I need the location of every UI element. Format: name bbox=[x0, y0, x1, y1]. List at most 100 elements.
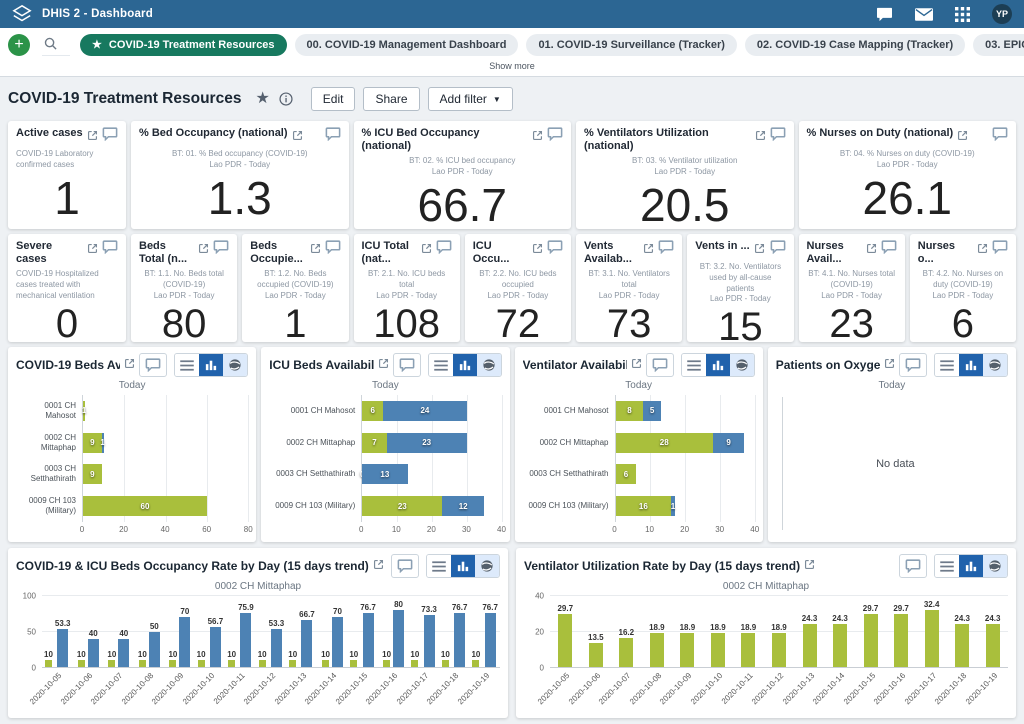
map-view-icon[interactable] bbox=[477, 354, 501, 376]
bar[interactable] bbox=[45, 660, 52, 667]
bar[interactable] bbox=[78, 660, 85, 667]
open-in-app-icon[interactable] bbox=[884, 356, 895, 374]
bar[interactable] bbox=[301, 620, 312, 667]
open-in-app-icon[interactable] bbox=[378, 356, 389, 374]
bar[interactable] bbox=[680, 633, 694, 667]
pivot-view-icon[interactable] bbox=[935, 354, 959, 376]
open-in-app-icon[interactable] bbox=[754, 241, 765, 259]
bar[interactable] bbox=[424, 615, 435, 667]
chart-view-icon[interactable] bbox=[453, 354, 477, 376]
dashboard-chip[interactable]: 00. COVID-19 Management Dashboard bbox=[295, 34, 519, 56]
pivot-view-icon[interactable] bbox=[935, 555, 959, 577]
bar[interactable] bbox=[289, 660, 296, 667]
bar[interactable] bbox=[650, 633, 664, 667]
map-view-icon[interactable] bbox=[983, 354, 1007, 376]
open-in-app-icon[interactable] bbox=[631, 356, 642, 374]
bar[interactable] bbox=[864, 614, 878, 667]
bar[interactable] bbox=[332, 617, 343, 667]
bar[interactable] bbox=[198, 660, 205, 667]
dashboard-chip-selected[interactable]: ★COVID-19 Treatment Resources bbox=[80, 34, 287, 56]
bar[interactable] bbox=[259, 660, 266, 667]
bar[interactable] bbox=[179, 617, 190, 667]
open-in-app-icon[interactable] bbox=[198, 241, 209, 259]
bar[interactable] bbox=[139, 660, 146, 667]
comment-icon[interactable] bbox=[139, 353, 167, 377]
new-dashboard-button[interactable]: + bbox=[8, 34, 30, 56]
bar[interactable] bbox=[383, 660, 390, 667]
share-button[interactable]: Share bbox=[363, 87, 419, 111]
bar[interactable] bbox=[472, 660, 479, 667]
add-filter-button[interactable]: Add filter▼ bbox=[428, 87, 513, 111]
bar[interactable] bbox=[772, 633, 786, 667]
map-view-icon[interactable] bbox=[223, 354, 247, 376]
bar[interactable] bbox=[393, 610, 404, 667]
chart-view-icon[interactable] bbox=[959, 354, 983, 376]
bar[interactable] bbox=[271, 629, 282, 667]
bar[interactable] bbox=[240, 613, 251, 667]
open-in-app-icon[interactable] bbox=[310, 241, 321, 259]
bar[interactable] bbox=[108, 660, 115, 667]
dashboard-chip[interactable]: 03. EPICURVE by Province bbox=[973, 34, 1024, 56]
comment-icon[interactable] bbox=[881, 240, 897, 259]
open-in-app-icon[interactable] bbox=[643, 241, 654, 259]
bar-segment[interactable]: 23 bbox=[387, 433, 467, 453]
stacked-bar[interactable]: 1 bbox=[83, 401, 248, 421]
stacked-bar[interactable]: 723 bbox=[362, 433, 501, 453]
bar[interactable] bbox=[589, 643, 603, 667]
comment-icon[interactable] bbox=[899, 554, 927, 578]
stacked-bar[interactable]: 289 bbox=[616, 433, 755, 453]
bar[interactable] bbox=[322, 660, 329, 667]
dashboard-chip[interactable]: 01. COVID-19 Surveillance (Tracker) bbox=[526, 34, 736, 56]
bar[interactable] bbox=[350, 660, 357, 667]
bar[interactable] bbox=[803, 624, 817, 667]
user-avatar[interactable]: YP bbox=[992, 4, 1012, 24]
bar[interactable] bbox=[149, 632, 160, 668]
comment-icon[interactable] bbox=[325, 240, 341, 259]
chart-view-icon[interactable] bbox=[706, 354, 730, 376]
open-in-app-icon[interactable] bbox=[977, 241, 988, 259]
bar-segment[interactable]: 9 bbox=[713, 433, 744, 453]
comment-icon[interactable] bbox=[325, 127, 341, 146]
comment-icon[interactable] bbox=[992, 240, 1008, 259]
bar-segment[interactable]: 12 bbox=[442, 496, 484, 516]
pivot-view-icon[interactable] bbox=[427, 555, 451, 577]
bar[interactable] bbox=[88, 639, 99, 667]
pivot-view-icon[interactable] bbox=[682, 354, 706, 376]
open-in-app-icon[interactable] bbox=[292, 128, 303, 146]
stacked-bar[interactable]: 161 bbox=[616, 496, 755, 516]
open-in-app-icon[interactable] bbox=[957, 128, 968, 146]
map-view-icon[interactable] bbox=[730, 354, 754, 376]
open-in-app-icon[interactable] bbox=[87, 128, 98, 146]
bar[interactable] bbox=[711, 633, 725, 667]
comment-icon[interactable] bbox=[770, 240, 786, 259]
bar[interactable] bbox=[228, 660, 235, 667]
bar-segment[interactable]: 1 bbox=[671, 496, 674, 516]
dhis2-logo-icon[interactable] bbox=[12, 5, 32, 23]
dashboard-chip[interactable]: 02. COVID-19 Case Mapping (Tracker) bbox=[745, 34, 965, 56]
stacked-bar[interactable]: 60 bbox=[83, 496, 248, 516]
chart-view-icon[interactable] bbox=[959, 555, 983, 577]
open-in-app-icon[interactable] bbox=[373, 557, 384, 575]
bar-segment[interactable]: 23 bbox=[362, 496, 442, 516]
open-in-app-icon[interactable] bbox=[532, 241, 543, 259]
bar-segment[interactable]: 6 bbox=[616, 464, 637, 484]
open-in-app-icon[interactable] bbox=[755, 128, 766, 146]
email-icon[interactable] bbox=[915, 8, 933, 21]
stacked-bar[interactable]: 85 bbox=[616, 401, 755, 421]
comment-icon[interactable] bbox=[436, 240, 452, 259]
stacked-bar[interactable]: 624 bbox=[362, 401, 501, 421]
comment-icon[interactable] bbox=[102, 127, 118, 146]
comment-icon[interactable] bbox=[899, 353, 927, 377]
bar[interactable] bbox=[118, 639, 129, 667]
bar-segment[interactable]: 16 bbox=[616, 496, 672, 516]
messages-icon[interactable] bbox=[876, 7, 893, 22]
chart-view-icon[interactable] bbox=[451, 555, 475, 577]
comment-icon[interactable] bbox=[770, 127, 786, 146]
bar[interactable] bbox=[363, 613, 374, 667]
search-input[interactable] bbox=[64, 37, 68, 51]
bar-segment[interactable]: 7 bbox=[362, 433, 386, 453]
bar-segment[interactable]: 9 bbox=[83, 433, 102, 453]
bar[interactable] bbox=[741, 633, 755, 667]
open-in-app-icon[interactable] bbox=[804, 557, 815, 575]
comment-icon[interactable] bbox=[547, 240, 563, 259]
